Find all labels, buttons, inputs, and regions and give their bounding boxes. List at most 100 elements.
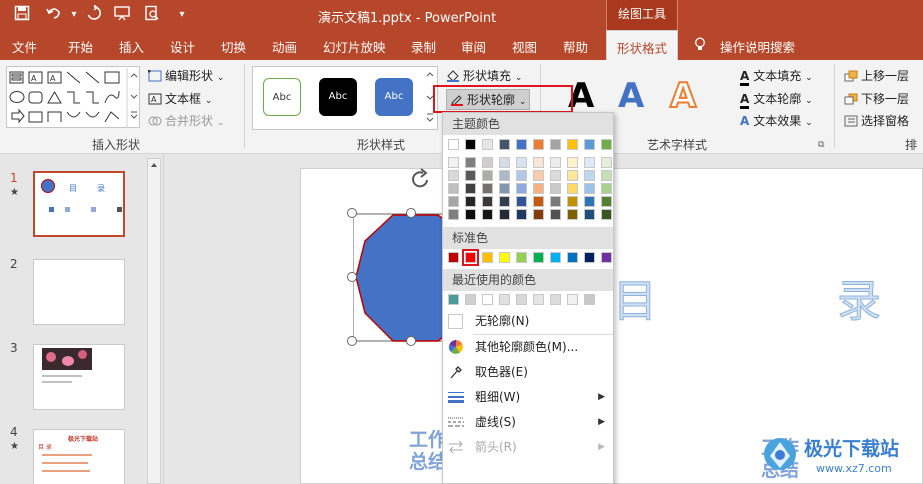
theme-shade-swatch[interactable]	[448, 157, 459, 168]
recent-color-swatch[interactable]	[448, 294, 459, 305]
theme-shade-swatch[interactable]	[533, 157, 544, 168]
theme-shade-swatch[interactable]	[465, 196, 476, 207]
theme-shade-swatch[interactable]	[448, 196, 459, 207]
theme-shade-swatch[interactable]	[482, 183, 493, 194]
tell-me-search[interactable]: 操作说明搜索	[720, 37, 795, 56]
tab-shape-format[interactable]: 形状格式	[606, 30, 678, 60]
theme-shade-swatch[interactable]	[584, 209, 595, 220]
shape-fill-button[interactable]: 形状填充 ⌄	[446, 67, 522, 84]
standard-color-swatch[interactable]	[584, 252, 595, 263]
theme-shade-swatch[interactable]	[516, 170, 527, 181]
tab-review[interactable]: 审阅	[461, 37, 486, 56]
recent-color-swatch[interactable]	[550, 294, 561, 305]
theme-shade-swatch[interactable]	[516, 157, 527, 168]
standard-color-swatch[interactable]	[448, 252, 459, 263]
slide-thumbnail-4[interactable]: 极光下载站 目 录	[33, 429, 125, 484]
tab-design[interactable]: 设计	[170, 37, 195, 56]
slide-thumbnail-1[interactable]: 目 录	[33, 171, 125, 237]
resize-handle[interactable]	[406, 208, 416, 218]
theme-color-swatch[interactable]	[533, 139, 544, 150]
more-outline-colors-item[interactable]: 其他轮廓颜色(M)...	[443, 335, 613, 359]
theme-shade-swatch[interactable]	[567, 170, 578, 181]
recent-color-swatch[interactable]	[533, 294, 544, 305]
style-white-green[interactable]: Abc	[263, 78, 301, 116]
theme-color-swatch[interactable]	[567, 139, 578, 150]
standard-color-swatch[interactable]	[567, 252, 578, 263]
recent-color-swatch[interactable]	[516, 294, 527, 305]
send-backward-button[interactable]: 下移一层	[844, 90, 909, 107]
theme-shade-swatch[interactable]	[601, 183, 612, 194]
theme-shade-swatch[interactable]	[482, 209, 493, 220]
theme-shade-swatch[interactable]	[550, 183, 561, 194]
resize-handle[interactable]	[347, 272, 357, 282]
slide-text-mu[interactable]: 目	[613, 265, 658, 329]
tab-view[interactable]: 视图	[512, 37, 537, 56]
tab-file[interactable]: 文件	[12, 37, 37, 56]
wordart-style-blue[interactable]: A	[618, 76, 644, 116]
slide-text-lu[interactable]: 录	[837, 265, 882, 329]
theme-shade-swatch[interactable]	[550, 170, 561, 181]
theme-shade-swatch[interactable]	[482, 170, 493, 181]
theme-shade-swatch[interactable]	[499, 196, 510, 207]
theme-shade-swatch[interactable]	[465, 170, 476, 181]
save-icon[interactable]	[12, 5, 32, 25]
theme-shade-swatch[interactable]	[499, 170, 510, 181]
tab-animations[interactable]: 动画	[272, 37, 297, 56]
text-outline-button[interactable]: A 文本轮廓 ⌄	[740, 90, 813, 109]
theme-shade-swatch[interactable]	[584, 157, 595, 168]
theme-color-swatch[interactable]	[550, 139, 561, 150]
recent-color-swatch[interactable]	[584, 294, 595, 305]
theme-color-swatch[interactable]	[601, 139, 612, 150]
text-box-button[interactable]: A 文本框 ⌄	[148, 90, 212, 107]
style-black[interactable]: Abc	[319, 78, 357, 116]
theme-shade-swatch[interactable]	[533, 170, 544, 181]
theme-color-swatch[interactable]	[465, 139, 476, 150]
theme-color-swatch[interactable]	[448, 139, 459, 150]
style-blue[interactable]: Abc	[375, 78, 413, 116]
theme-shade-swatch[interactable]	[584, 183, 595, 194]
selection-pane-button[interactable]: 选择窗格	[844, 112, 909, 129]
theme-shade-swatch[interactable]	[499, 157, 510, 168]
theme-shade-swatch[interactable]	[550, 209, 561, 220]
theme-shade-swatch[interactable]	[601, 157, 612, 168]
undo-icon[interactable]	[44, 5, 64, 25]
slide-thumbnail-3[interactable]	[33, 344, 125, 410]
edit-shape-button[interactable]: 编辑形状 ⌄	[148, 67, 224, 84]
theme-shade-swatch[interactable]	[601, 170, 612, 181]
tab-transitions[interactable]: 切换	[221, 37, 246, 56]
slide-thumbnail-2[interactable]	[33, 259, 125, 325]
theme-shade-swatch[interactable]	[584, 196, 595, 207]
no-outline-item[interactable]: 无轮廓(N)	[443, 309, 613, 333]
theme-shade-swatch[interactable]	[567, 157, 578, 168]
merge-shapes-button[interactable]: 合并形状 ⌄	[148, 112, 224, 129]
standard-color-swatch[interactable]	[499, 252, 510, 263]
theme-shade-swatch[interactable]	[465, 183, 476, 194]
rotate-handle-icon[interactable]	[409, 168, 433, 190]
theme-color-swatch[interactable]	[499, 139, 510, 150]
theme-shade-swatch[interactable]	[584, 170, 595, 181]
theme-shade-swatch[interactable]	[465, 209, 476, 220]
theme-shade-swatch[interactable]	[550, 196, 561, 207]
undo-dropdown-icon[interactable]: ▾	[64, 5, 84, 25]
theme-shade-swatch[interactable]	[499, 183, 510, 194]
resize-handle[interactable]	[347, 208, 357, 218]
resize-handle[interactable]	[406, 336, 416, 346]
theme-shade-swatch[interactable]	[533, 183, 544, 194]
theme-shade-swatch[interactable]	[601, 209, 612, 220]
text-fill-button[interactable]: A 文本填充 ⌄	[740, 67, 813, 86]
arrows-item[interactable]: 箭头(R) ▶	[443, 435, 613, 459]
thumbnail-scrollbar[interactable]	[147, 158, 161, 484]
shape-styles-gallery[interactable]: Abc Abc Abc	[252, 66, 438, 130]
standard-color-swatch[interactable]	[533, 252, 544, 263]
resize-handle[interactable]	[347, 336, 357, 346]
tab-slideshow[interactable]: 幻灯片放映	[323, 37, 386, 56]
standard-color-swatch[interactable]	[516, 252, 527, 263]
standard-color-swatch[interactable]	[482, 252, 493, 263]
recent-color-swatch[interactable]	[482, 294, 493, 305]
weight-item[interactable]: 粗细(W) ▶	[443, 385, 613, 409]
dashes-item[interactable]: 虚线(S) ▶	[443, 410, 613, 434]
recent-color-swatch[interactable]	[499, 294, 510, 305]
recent-color-swatch[interactable]	[567, 294, 578, 305]
bring-forward-button[interactable]: 上移一层	[844, 67, 909, 84]
tab-insert[interactable]: 插入	[119, 37, 144, 56]
